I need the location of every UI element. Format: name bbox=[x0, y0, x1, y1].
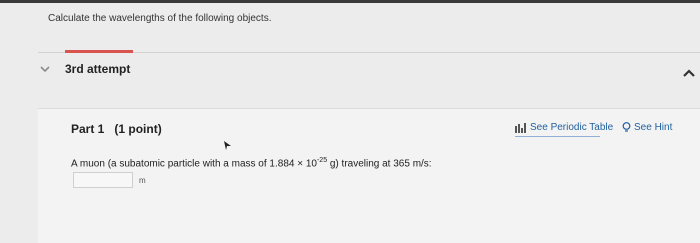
top-border bbox=[0, 0, 700, 3]
attempt-indicator-bar bbox=[65, 50, 133, 53]
part-number: Part 1 bbox=[71, 122, 105, 136]
divider bbox=[38, 52, 700, 53]
exponent: -25 bbox=[316, 157, 328, 164]
attempt-header[interactable]: 3rd attempt bbox=[38, 62, 130, 76]
question-text: A muon (a subatomic particle with a mass… bbox=[71, 157, 432, 170]
answer-input[interactable] bbox=[73, 172, 133, 188]
mouse-cursor-icon bbox=[224, 138, 232, 150]
lightbulb-icon bbox=[622, 122, 631, 132]
chevron-down-icon[interactable] bbox=[38, 62, 52, 76]
answer-unit: m bbox=[139, 176, 146, 185]
hint-label: See Hint bbox=[634, 122, 673, 133]
collapse-caret-icon[interactable] bbox=[682, 66, 696, 78]
part-points: (1 point) bbox=[114, 122, 162, 136]
periodic-table-icon bbox=[515, 122, 526, 133]
link-underline bbox=[515, 136, 600, 137]
question-prompt: Calculate the wavelengths of the followi… bbox=[48, 13, 272, 24]
attempt-label: 3rd attempt bbox=[65, 62, 131, 76]
see-hint-link[interactable]: See Hint bbox=[622, 122, 672, 133]
periodic-table-label: See Periodic Table bbox=[530, 122, 614, 133]
see-periodic-table-link[interactable]: See Periodic Table bbox=[515, 122, 614, 137]
part-title: Part 1 (1 point) bbox=[71, 122, 162, 136]
